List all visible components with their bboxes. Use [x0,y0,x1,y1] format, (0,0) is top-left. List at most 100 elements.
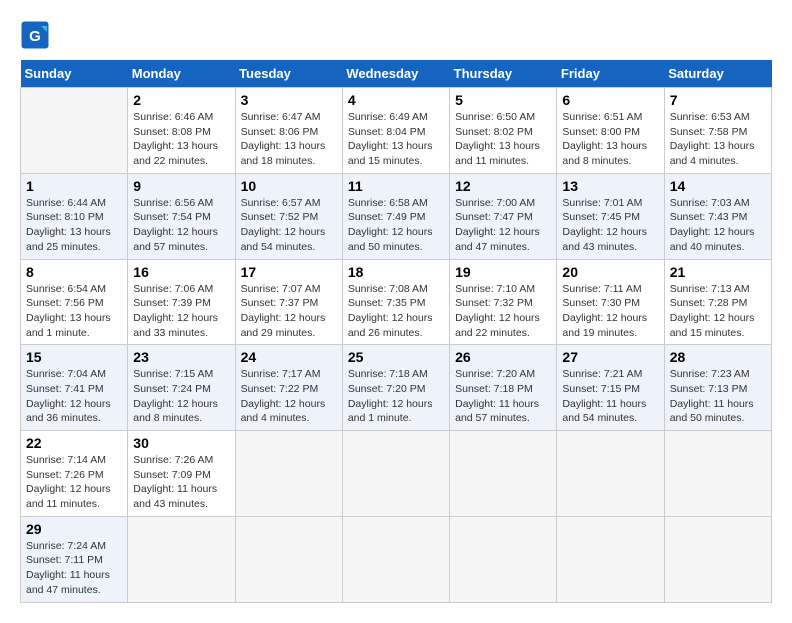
calendar-cell [235,431,342,517]
calendar-cell [342,516,449,602]
cell-content: Sunrise: 7:15 AMSunset: 7:24 PMDaylight:… [133,368,218,424]
day-number: 25 [348,349,444,365]
cell-content: Sunrise: 6:46 AMSunset: 8:08 PMDaylight:… [133,111,218,167]
day-number: 29 [26,521,122,537]
day-number: 18 [348,264,444,280]
cell-content: Sunrise: 6:58 AMSunset: 7:49 PMDaylight:… [348,197,433,253]
day-number: 28 [670,349,766,365]
calendar-cell: 16 Sunrise: 7:06 AMSunset: 7:39 PMDayligh… [128,259,235,345]
calendar-week-5: 29Sunrise: 7:24 AMSunset: 7:11 PMDayligh… [21,516,772,602]
calendar-cell: 23Sunrise: 7:15 AMSunset: 7:24 PMDayligh… [128,345,235,431]
cell-content: Sunrise: 6:44 AMSunset: 8:10 PMDaylight:… [26,197,111,253]
calendar-cell: 21 Sunrise: 7:13 AMSunset: 7:28 PMDayligh… [664,259,771,345]
cell-content: Sunrise: 7:08 AMSunset: 7:35 PMDaylight:… [348,283,433,339]
day-number: 5 [455,92,551,108]
day-number: 3 [241,92,337,108]
calendar-cell: 26 Sunrise: 7:20 AMSunset: 7:18 PMDayligh… [450,345,557,431]
calendar-cell: 30 Sunrise: 7:26 AMSunset: 7:09 PMDayligh… [128,431,235,517]
calendar-cell [450,516,557,602]
calendar-cell: 3Sunrise: 6:47 AMSunset: 8:06 PMDaylight… [235,88,342,174]
day-number: 26 [455,349,551,365]
calendar-cell [450,431,557,517]
weekday-header-wednesday: Wednesday [342,60,449,88]
weekday-header-thursday: Thursday [450,60,557,88]
weekday-header-saturday: Saturday [664,60,771,88]
calendar-cell: 2 Sunrise: 6:46 AMSunset: 8:08 PMDaylight… [128,88,235,174]
cell-content: Sunrise: 7:21 AMSunset: 7:15 PMDaylight:… [562,368,646,424]
day-number: 14 [670,178,766,194]
day-number: 8 [26,264,122,280]
cell-content: Sunrise: 7:26 AMSunset: 7:09 PMDaylight:… [133,454,217,510]
cell-content: Sunrise: 7:14 AMSunset: 7:26 PMDaylight:… [26,454,111,510]
weekday-header-sunday: Sunday [21,60,128,88]
cell-content: Sunrise: 7:04 AMSunset: 7:41 PMDaylight:… [26,368,111,424]
day-number: 21 [670,264,766,280]
calendar-week-4: 22 Sunrise: 7:14 AMSunset: 7:26 PMDayligh… [21,431,772,517]
cell-content: Sunrise: 7:07 AMSunset: 7:37 PMDaylight:… [241,283,326,339]
calendar-cell: 27 Sunrise: 7:21 AMSunset: 7:15 PMDayligh… [557,345,664,431]
weekday-header-monday: Monday [128,60,235,88]
calendar-cell [557,516,664,602]
calendar-cell: 18 Sunrise: 7:08 AMSunset: 7:35 PMDayligh… [342,259,449,345]
day-number: 13 [562,178,658,194]
calendar-cell: 14 Sunrise: 7:03 AMSunset: 7:43 PMDayligh… [664,173,771,259]
calendar-cell: 5 Sunrise: 6:50 AMSunset: 8:02 PMDaylight… [450,88,557,174]
calendar-cell: 20 Sunrise: 7:11 AMSunset: 7:30 PMDayligh… [557,259,664,345]
day-number: 12 [455,178,551,194]
logo-icon: G [20,20,50,50]
calendar-cell [21,88,128,174]
calendar-cell: 7 Sunrise: 6:53 AMSunset: 7:58 PMDaylight… [664,88,771,174]
calendar-cell: 28 Sunrise: 7:23 AMSunset: 7:13 PMDayligh… [664,345,771,431]
day-number: 11 [348,178,444,194]
weekday-header-row: SundayMondayTuesdayWednesdayThursdayFrid… [21,60,772,88]
cell-content: Sunrise: 6:51 AMSunset: 8:00 PMDaylight:… [562,111,647,167]
cell-content: Sunrise: 6:49 AMSunset: 8:04 PMDaylight:… [348,111,433,167]
cell-content: Sunrise: 6:50 AMSunset: 8:02 PMDaylight:… [455,111,540,167]
day-number: 19 [455,264,551,280]
day-number: 16 [133,264,229,280]
cell-content: Sunrise: 7:17 AMSunset: 7:22 PMDaylight:… [241,368,326,424]
calendar-cell: 15 Sunrise: 7:04 AMSunset: 7:41 PMDayligh… [21,345,128,431]
logo: G [20,20,54,50]
calendar-week-3: 15 Sunrise: 7:04 AMSunset: 7:41 PMDayligh… [21,345,772,431]
calendar-cell: 17 Sunrise: 7:07 AMSunset: 7:37 PMDayligh… [235,259,342,345]
cell-content: Sunrise: 7:03 AMSunset: 7:43 PMDaylight:… [670,197,755,253]
day-number: 1 [26,178,122,194]
calendar-cell: 13Sunrise: 7:01 AMSunset: 7:45 PMDayligh… [557,173,664,259]
day-number: 27 [562,349,658,365]
day-number: 7 [670,92,766,108]
svg-text:G: G [29,28,41,45]
calendar-cell: 1 Sunrise: 6:44 AMSunset: 8:10 PMDaylight… [21,173,128,259]
cell-content: Sunrise: 7:20 AMSunset: 7:18 PMDaylight:… [455,368,539,424]
cell-content: Sunrise: 7:18 AMSunset: 7:20 PMDaylight:… [348,368,433,424]
calendar-week-1: 1 Sunrise: 6:44 AMSunset: 8:10 PMDaylight… [21,173,772,259]
cell-content: Sunrise: 7:11 AMSunset: 7:30 PMDaylight:… [562,283,647,339]
calendar-cell: 29Sunrise: 7:24 AMSunset: 7:11 PMDayligh… [21,516,128,602]
calendar-week-2: 8 Sunrise: 6:54 AMSunset: 7:56 PMDaylight… [21,259,772,345]
calendar-cell: 6Sunrise: 6:51 AMSunset: 8:00 PMDaylight… [557,88,664,174]
calendar-cell: 8 Sunrise: 6:54 AMSunset: 7:56 PMDaylight… [21,259,128,345]
cell-content: Sunrise: 6:57 AMSunset: 7:52 PMDaylight:… [241,197,326,253]
cell-content: Sunrise: 7:10 AMSunset: 7:32 PMDaylight:… [455,283,540,339]
calendar-table: SundayMondayTuesdayWednesdayThursdayFrid… [20,60,772,603]
calendar-cell: 4 Sunrise: 6:49 AMSunset: 8:04 PMDaylight… [342,88,449,174]
day-number: 17 [241,264,337,280]
calendar-cell [664,516,771,602]
weekday-header-tuesday: Tuesday [235,60,342,88]
cell-content: Sunrise: 7:13 AMSunset: 7:28 PMDaylight:… [670,283,755,339]
calendar-cell [235,516,342,602]
day-number: 30 [133,435,229,451]
cell-content: Sunrise: 6:54 AMSunset: 7:56 PMDaylight:… [26,283,111,339]
day-number: 20 [562,264,658,280]
calendar-cell [664,431,771,517]
day-number: 22 [26,435,122,451]
calendar-cell: 24Sunrise: 7:17 AMSunset: 7:22 PMDayligh… [235,345,342,431]
day-number: 15 [26,349,122,365]
cell-content: Sunrise: 7:23 AMSunset: 7:13 PMDaylight:… [670,368,754,424]
day-number: 4 [348,92,444,108]
calendar-cell: 9Sunrise: 6:56 AMSunset: 7:54 PMDaylight… [128,173,235,259]
day-number: 2 [133,92,229,108]
calendar-cell: 19 Sunrise: 7:10 AMSunset: 7:32 PMDayligh… [450,259,557,345]
cell-content: Sunrise: 7:06 AMSunset: 7:39 PMDaylight:… [133,283,218,339]
cell-content: Sunrise: 6:53 AMSunset: 7:58 PMDaylight:… [670,111,755,167]
